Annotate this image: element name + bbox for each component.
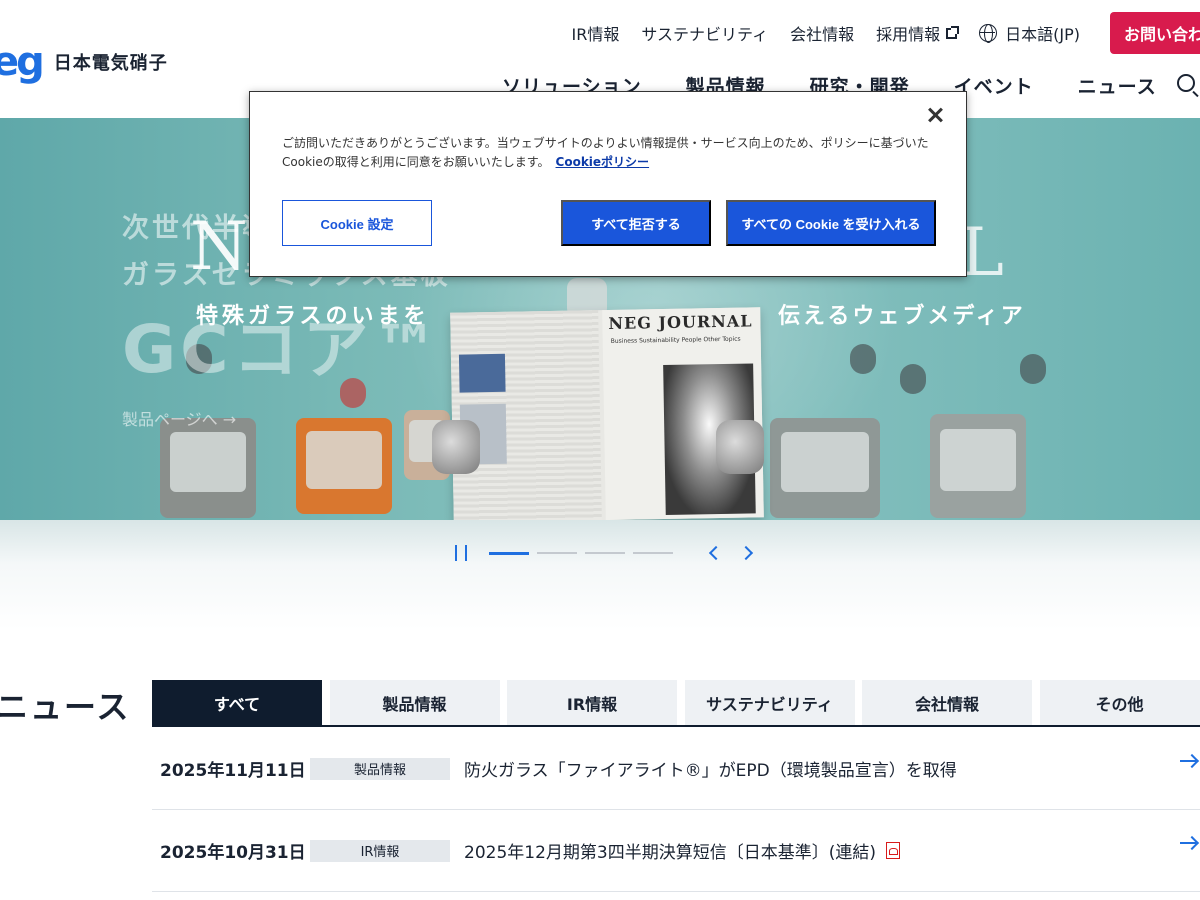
hero-tagline-right: 伝えるウェブメディア bbox=[778, 304, 1026, 329]
cookie-consent-dialog: ご訪問いただきありがとうございます。当ウェブサイトのよりよい情報提供・サービス向… bbox=[249, 91, 967, 277]
carousel-dot-3[interactable] bbox=[585, 552, 625, 554]
contact-button[interactable]: お問い合わせ bbox=[1110, 12, 1200, 54]
site-logo[interactable]: eg 日本電気硝子 bbox=[0, 42, 168, 82]
hero-mic-4 bbox=[900, 364, 926, 394]
util-link-recruit-label: 採用情報 bbox=[876, 25, 941, 44]
util-link-ir[interactable]: IR情報 bbox=[572, 21, 620, 45]
hero-fade-band bbox=[0, 520, 1200, 630]
carousel-dot-4[interactable] bbox=[633, 552, 673, 554]
pause-icon[interactable] bbox=[455, 545, 467, 561]
tab-company[interactable]: 会社情報 bbox=[862, 680, 1032, 725]
hero-tagline-left: 特殊ガラスのいまを bbox=[196, 304, 430, 329]
search-icon[interactable] bbox=[1177, 74, 1195, 92]
hero-tv-2 bbox=[296, 418, 392, 514]
news-date: 2025年11月11日 bbox=[160, 761, 306, 781]
nav-news[interactable]: ニュース bbox=[1078, 72, 1157, 99]
reject-all-button[interactable]: すべて拒否する bbox=[561, 200, 711, 246]
cookie-settings-button[interactable]: Cookie 設定 bbox=[282, 200, 432, 246]
news-category-badge: 製品情報 bbox=[310, 757, 450, 780]
chevron-right-icon[interactable] bbox=[738, 545, 754, 561]
tab-ir[interactable]: IR情報 bbox=[507, 680, 677, 725]
carousel-controls bbox=[455, 545, 754, 561]
news-category-badge: IR情報 bbox=[310, 839, 450, 862]
news-title: 防火ガラス「ファイアライト®」がEPD（環境製品宣言）を取得 bbox=[464, 756, 957, 781]
hero-promo-link[interactable]: 製品ページへ → bbox=[122, 406, 451, 430]
close-icon[interactable] bbox=[926, 106, 944, 124]
news-title-text: 2025年12月期第3四半期決算短信〔日本基準〕(連結) bbox=[464, 843, 876, 863]
accept-all-button[interactable]: すべての Cookie を受け入れる bbox=[726, 200, 936, 246]
hero-tv-5 bbox=[930, 414, 1026, 518]
news-item[interactable]: 2025年11月11日 製品情報 防火ガラス「ファイアライト®」がEPD（環境製… bbox=[152, 728, 1200, 810]
robot-hand-left bbox=[432, 420, 480, 474]
external-link-icon bbox=[946, 25, 960, 39]
news-item[interactable]: 2025年10月31日 IR情報 2025年12月期第3四半期決算短信〔日本基準… bbox=[152, 810, 1200, 892]
cookie-policy-link[interactable]: Cookieポリシー bbox=[556, 155, 650, 169]
util-link-company[interactable]: 会社情報 bbox=[790, 21, 854, 45]
carousel-dot-1[interactable] bbox=[489, 551, 529, 555]
util-link-sustainability[interactable]: サステナビリティ bbox=[641, 21, 768, 45]
tab-all[interactable]: すべて bbox=[152, 680, 322, 725]
globe-icon bbox=[979, 24, 998, 43]
tab-sustainability[interactable]: サステナビリティ bbox=[684, 680, 855, 725]
pdf-icon bbox=[885, 842, 900, 859]
chevron-left-icon[interactable] bbox=[708, 545, 724, 561]
logo-mark: eg bbox=[0, 39, 45, 85]
util-link-recruit[interactable]: 採用情報 bbox=[876, 21, 960, 45]
newspaper-photo-1 bbox=[458, 353, 506, 393]
news-title-text: 防火ガラス「ファイアライト®」がEPD（環境製品宣言）を取得 bbox=[464, 761, 957, 781]
robot-hand-right bbox=[716, 420, 764, 474]
newspaper-sections: Business Sustainability People Other Top… bbox=[610, 335, 741, 345]
hero-mic-3 bbox=[850, 344, 876, 374]
newspaper-title: NEG JOURNAL bbox=[608, 311, 753, 333]
newspaper-image: NEG JOURNAL Business Sustainability Peop… bbox=[450, 307, 764, 520]
news-tabs: すべて 製品情報 IR情報 サステナビリティ 会社情報 その他 bbox=[152, 680, 1200, 727]
hero-tv-4 bbox=[770, 418, 880, 518]
hero-tv-1 bbox=[160, 418, 256, 518]
arrow-right-icon bbox=[1180, 760, 1196, 762]
news-title: 2025年12月期第3四半期決算短信〔日本基準〕(連結) bbox=[464, 838, 900, 863]
news-date: 2025年10月31日 bbox=[160, 843, 306, 863]
tab-other[interactable]: その他 bbox=[1039, 680, 1200, 725]
language-selector[interactable]: 日本語(JP) bbox=[979, 21, 1080, 45]
hero-title-letters-left: N bbox=[190, 208, 248, 285]
newspaper-left-page bbox=[450, 310, 602, 520]
cookie-message: ご訪問いただきありがとうございます。当ウェブサイトのよりよい情報提供・サービス向… bbox=[282, 134, 932, 172]
newspaper-right-page: NEG JOURNAL Business Sustainability Peop… bbox=[602, 307, 764, 520]
carousel-dot-2[interactable] bbox=[537, 552, 577, 554]
news-heading: ニュース bbox=[0, 688, 131, 726]
logo-name: 日本電気硝子 bbox=[53, 53, 168, 74]
utility-nav: IR情報 サステナビリティ 会社情報 採用情報 日本語(JP) bbox=[572, 20, 1200, 46]
arrow-right-icon bbox=[1180, 842, 1196, 844]
language-label: 日本語(JP) bbox=[1005, 25, 1080, 44]
tab-products[interactable]: 製品情報 bbox=[329, 680, 500, 725]
hero-mic-5 bbox=[1020, 354, 1046, 384]
